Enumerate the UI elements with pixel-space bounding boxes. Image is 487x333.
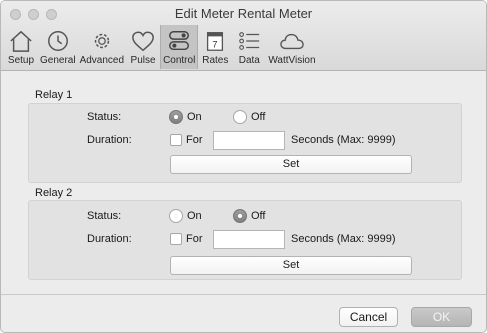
tab-general[interactable]: General [38,25,78,69]
heart-icon [132,31,154,52]
tab-advanced-label: Advanced [79,55,125,66]
relay-1-off-radio[interactable]: Off [233,110,265,124]
relay-2-seconds-label: Seconds (Max: 9999) [291,233,396,245]
gear-icon [94,33,110,49]
relay-1-off-radio-dot [233,110,247,124]
relay-1-status-label: Status: [87,111,122,123]
relay-1-for-label: For [186,134,203,146]
edit-meter-window: Edit Meter Rental Meter Setup General Ad… [0,0,487,333]
calendar-day: 7 [213,39,218,49]
tab-setup[interactable]: Setup [4,25,38,69]
relay-1-seconds-input[interactable] [213,131,285,150]
relay-1-off-label: Off [251,111,266,123]
title-bar: Edit Meter Rental Meter Setup General Ad… [1,1,486,71]
tab-wattvision-label: WattVision [268,55,316,66]
toggle-switches-icon [169,31,190,51]
relay-2-duration-label: Duration: [87,233,132,245]
tab-advanced[interactable]: Advanced [78,25,126,69]
relay-2-for-checkbox[interactable]: For [170,233,203,245]
relay-1-panel: Status: On Off Duration: For Seconds (Ma… [28,103,462,183]
relay-1-seconds-label: Seconds (Max: 9999) [291,134,396,146]
relay-1-on-label: On [187,111,202,123]
tab-setup-label: Setup [7,55,35,66]
cancel-button[interactable]: Cancel [339,307,398,327]
house-icon [10,30,32,52]
relay-2-seconds-input[interactable] [213,230,285,249]
window-title: Edit Meter Rental Meter [174,6,313,21]
ok-button[interactable]: OK [411,307,472,327]
relay-2-status-label: Status: [87,210,122,222]
relay-1-on-radio[interactable]: On [169,110,202,124]
relay-2-for-label: For [186,233,203,245]
tab-rates-label: Rates [202,55,229,66]
tab-control[interactable]: Control [160,25,199,69]
list-icon [239,32,260,50]
relay-2-off-radio-dot [233,209,247,223]
relay-2-panel: Status: On Off Duration: For Seconds (Ma… [28,200,462,280]
tab-pulse-label: Pulse [130,55,156,66]
relay-1-title: Relay 1 [35,89,73,101]
cloud-icon [280,33,304,50]
tab-control-label: Control [163,55,196,66]
clock-icon [47,31,68,51]
footer-divider [1,294,486,295]
relay-2-off-radio[interactable]: Off [233,209,265,223]
tab-pulse[interactable]: Pulse [126,25,160,69]
tab-rates[interactable]: 7 Rates [198,25,232,69]
preferences-toolbar: Setup General Advanced Pulse Control 7 R… [4,25,318,69]
relay-2-on-label: On [187,210,202,222]
relay-1-for-checkbox[interactable]: For [170,134,203,146]
tab-general-label: General [40,55,76,66]
relay-2-title: Relay 2 [35,187,73,199]
relay-2-for-checkbox-box [170,233,182,245]
relay-1-set-button[interactable]: Set [170,155,412,174]
relay-1-on-radio-dot [169,110,183,124]
relay-2-on-radio-dot [169,209,183,223]
tab-wattvision[interactable]: WattVision [266,25,317,69]
relay-1-for-checkbox-box [170,134,182,146]
relay-1-duration-label: Duration: [87,134,132,146]
relay-2-on-radio[interactable]: On [169,209,202,223]
relay-2-off-label: Off [251,210,266,222]
tab-data-label: Data [238,55,260,66]
calendar-icon: 7 [207,32,224,51]
relay-2-set-button[interactable]: Set [170,256,412,275]
tab-data[interactable]: Data [232,25,266,69]
